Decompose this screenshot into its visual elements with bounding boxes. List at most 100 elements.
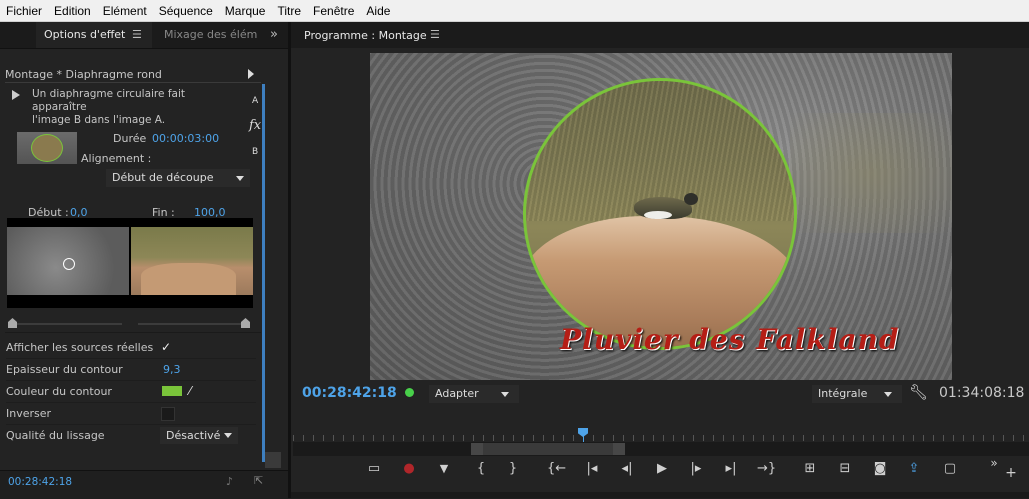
mark-out-icon[interactable]: } (504, 460, 522, 478)
panel-grip (0, 22, 36, 48)
step-back-icon[interactable]: ◂| (618, 460, 636, 478)
timeline-playhead-line (262, 84, 265, 462)
row-invert: Inverser (6, 403, 256, 425)
more-tabs-icon[interactable]: » (270, 22, 286, 48)
menu-bar: Fichier Edition Elément Séquence Marque … (0, 0, 1029, 22)
audio-icon[interactable]: ♪ (226, 475, 233, 488)
tab-effect-options-label: Options d'effet (44, 28, 126, 41)
title-overlay-text: Pluvier des Falkland (560, 323, 900, 356)
add-button-icon[interactable]: + (1002, 464, 1020, 482)
fit-dropdown[interactable]: Adapter (429, 385, 519, 403)
panel-menu-icon[interactable]: ☰ (132, 22, 142, 48)
smoothing-value: Désactivé (166, 429, 221, 442)
go-to-out-icon[interactable]: →} (757, 460, 776, 478)
fit-value: Adapter (435, 387, 479, 400)
menu-edition[interactable]: Edition (48, 4, 97, 18)
scrollbar-thumb[interactable] (265, 452, 281, 468)
wrench-icon[interactable]: 🔧︎ (909, 383, 928, 401)
eyedropper-icon[interactable]: ⁄ (189, 381, 191, 402)
header-expand-icon[interactable] (248, 69, 254, 79)
menu-fenetre[interactable]: Fenêtre (307, 4, 360, 18)
left-timecode[interactable]: 00:28:42:18 (8, 476, 72, 488)
chevron-down-icon (884, 392, 892, 397)
panel-menu-icon[interactable]: ☰ (430, 28, 440, 41)
step-back-to-start-icon[interactable]: |◂ (583, 460, 601, 478)
row-smoothing: Qualité du lissage Désactivé (6, 425, 256, 446)
alignment-label: Alignement : (81, 152, 152, 165)
effect-header-title: Montage * Diaphragme rond (5, 68, 162, 81)
step-forward-icon[interactable]: |▸ (687, 460, 705, 478)
start-slider-track (14, 323, 122, 325)
show-sources-label: Afficher les sources réelles (6, 341, 154, 354)
border-color-swatch[interactable] (162, 386, 182, 396)
menu-aide[interactable]: Aide (360, 4, 396, 18)
smoothing-dropdown[interactable]: Désactivé (160, 427, 238, 444)
invert-label: Inverser (6, 407, 52, 420)
transition-thumbnail (17, 132, 77, 164)
bottom-strip (291, 492, 1029, 498)
duration-label: Durée (113, 132, 147, 145)
smoothing-label: Qualité du lissage (6, 429, 105, 442)
alignment-dropdown[interactable]: Début de découpe (106, 169, 250, 187)
chevron-down-icon (501, 392, 509, 397)
menu-fichier[interactable]: Fichier (0, 4, 48, 18)
effect-description: Un diaphragme circulaire fait apparaître… (32, 88, 242, 127)
time-ruler[interactable] (293, 435, 1029, 441)
camera-icon[interactable]: ◙ (871, 460, 889, 478)
program-tab-title[interactable]: Programme : Montage (304, 29, 427, 42)
chevron-down-icon (224, 433, 232, 438)
mark-in-icon[interactable]: { (472, 460, 490, 478)
quality-dropdown[interactable]: Intégrale (812, 385, 902, 403)
label-b: B (252, 147, 259, 157)
step-forward-to-end-icon[interactable]: ▸| (722, 460, 740, 478)
play-preview-icon[interactable] (12, 90, 20, 100)
ab-preview-area (7, 218, 253, 308)
divider (5, 82, 261, 83)
border-width-value[interactable]: 9,3 (163, 359, 181, 380)
menu-element[interactable]: Elément (97, 4, 153, 18)
zoom-bar-thumb[interactable] (471, 443, 625, 455)
border-color-label: Couleur du contour (6, 385, 112, 398)
tab-clip-mixer[interactable]: Mixage des élém (156, 22, 266, 48)
lift-icon[interactable]: ⊞ (801, 460, 819, 478)
go-to-in-icon[interactable]: {← (547, 460, 566, 478)
export-frame-icon[interactable]: ⇪ (905, 460, 923, 478)
zoom-bar-track (293, 442, 1029, 456)
preview-a (7, 227, 129, 295)
menu-marque[interactable]: Marque (219, 4, 272, 18)
record-icon[interactable]: ● (400, 460, 418, 478)
row-border-color: Couleur du contour ⁄ (6, 381, 256, 403)
description-line-1: Un diaphragme circulaire fait apparaître (32, 88, 185, 113)
effect-header: Montage * Diaphragme rond (5, 62, 261, 90)
iris-circle (523, 78, 797, 350)
center-point-handle[interactable] (63, 258, 75, 270)
current-timecode[interactable]: 00:28:42:18 (302, 385, 397, 401)
extract-icon[interactable]: ⊟ (836, 460, 854, 478)
menu-titre[interactable]: Titre (271, 4, 307, 18)
export-icon[interactable]: ⇱ (254, 474, 263, 487)
video-frame[interactable]: Pluvier des Falkland (370, 53, 952, 380)
invert-checkbox[interactable] (161, 407, 175, 421)
add-marker-icon[interactable]: ▼ (435, 460, 453, 478)
description-line-2: l'image B dans l'image A. (32, 114, 166, 126)
border-width-label: Epaisseur du contour (6, 363, 123, 376)
row-show-sources: Afficher les sources réelles ✓ (6, 337, 256, 359)
safe-margins-icon[interactable]: ▭ (365, 460, 383, 478)
quality-value: Intégrale (818, 387, 868, 400)
tab-effect-options[interactable]: Options d'effet ☰ (36, 22, 152, 48)
program-monitor-panel: Programme : Montage ☰ Pluvier des Falkla… (291, 22, 1029, 498)
menu-sequence[interactable]: Séquence (153, 4, 219, 18)
total-timecode: 01:34:08:18 (939, 385, 1025, 401)
duration-value[interactable]: 00:00:03:00 (152, 132, 219, 145)
end-slider-track (138, 323, 244, 325)
show-sources-checkbox[interactable]: ✓ (161, 337, 175, 354)
status-dot (405, 388, 414, 397)
left-tab-bar: Options d'effet ☰ Mixage des élém » (0, 22, 288, 49)
comment-icon[interactable]: ▢ (941, 460, 959, 478)
end-slider-handle[interactable] (241, 318, 250, 328)
more-controls-icon[interactable]: » (985, 454, 1003, 472)
play-icon[interactable]: ▶ (653, 460, 671, 478)
row-border-width: Epaisseur du contour 9,3 (6, 359, 256, 381)
fx-icon: fx (249, 118, 262, 133)
start-slider-handle[interactable] (8, 318, 17, 328)
